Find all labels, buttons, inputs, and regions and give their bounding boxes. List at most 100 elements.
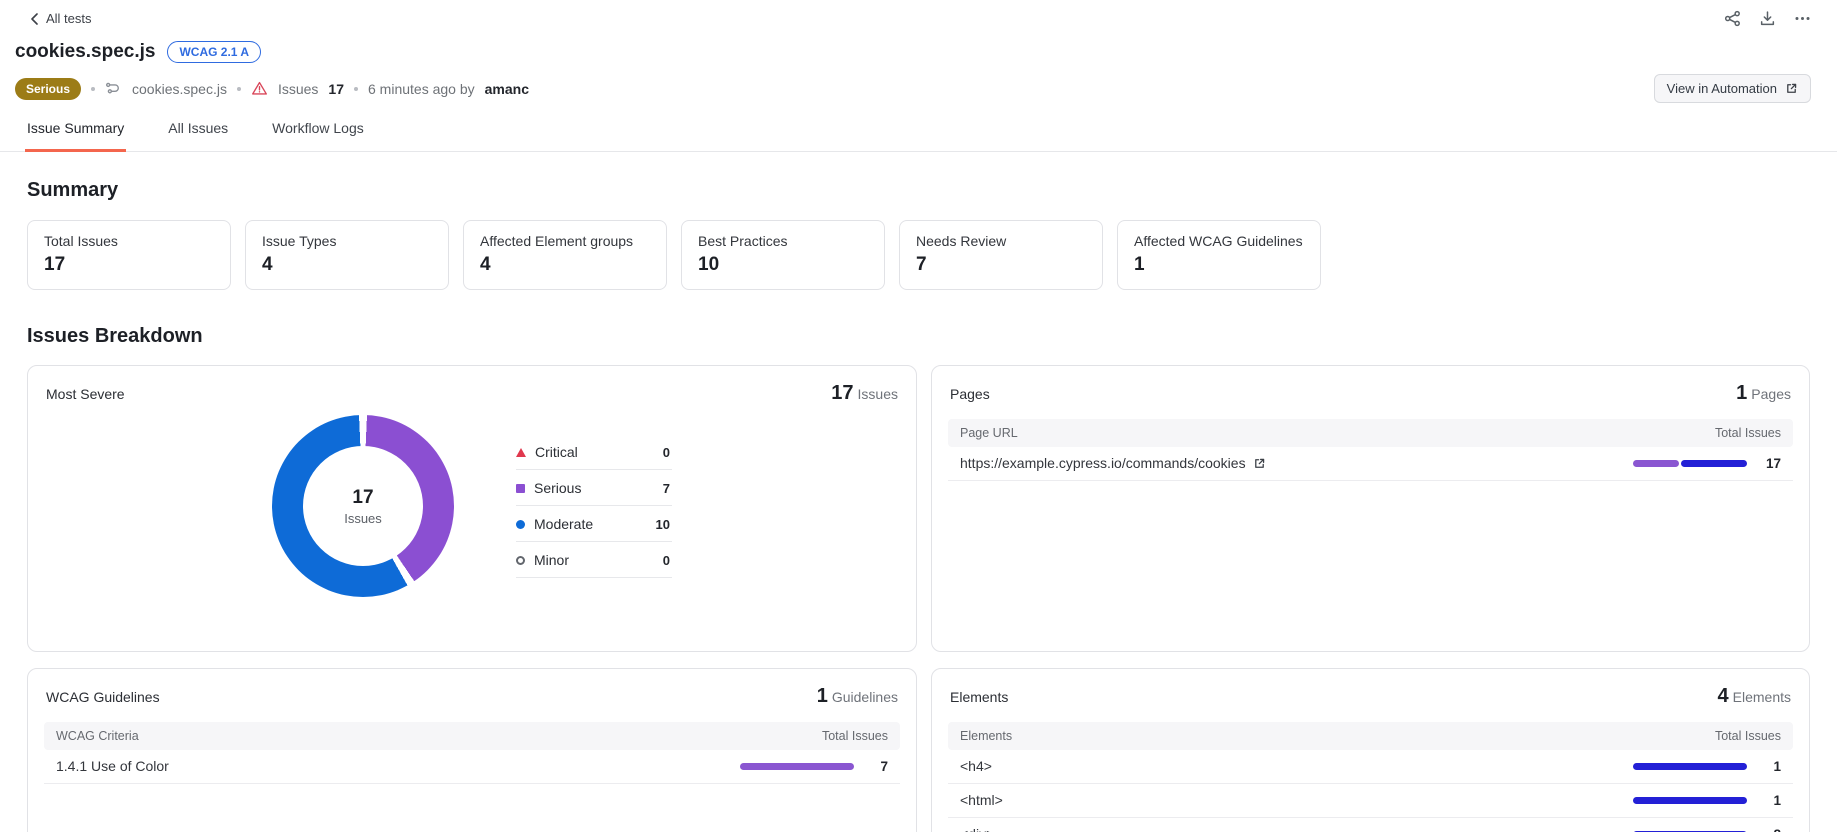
page-row: https://example.cypress.io/commands/cook… xyxy=(948,447,1793,481)
most-severe-header: Most Severe 17 Issues xyxy=(28,366,916,413)
stat-value: 10 xyxy=(698,254,720,275)
view-in-automation-button[interactable]: View in Automation xyxy=(1653,74,1811,103)
spec-name: cookies.spec.js xyxy=(132,80,227,97)
element-row-stats: 1 xyxy=(1633,793,1781,808)
run-meta: Serious cookies.spec.js Issues 17 6 minu… xyxy=(15,77,529,100)
donut-center-label: 17 Issues xyxy=(303,446,423,566)
column-total-issues: Total Issues xyxy=(821,729,888,743)
legend-label: Critical xyxy=(535,444,578,460)
minor-marker-icon xyxy=(516,555,525,565)
element-name: <div> xyxy=(960,826,994,832)
issues-bar xyxy=(1633,796,1747,804)
issues-bar xyxy=(1633,459,1747,467)
legend-label: Minor xyxy=(534,552,570,568)
breakdown-row-2: WCAG Guidelines 1 Guidelines WCAG Criteri… xyxy=(27,668,1810,832)
legend-item-moderate: Moderate 10 xyxy=(516,506,672,542)
stat-label: Issue Types xyxy=(262,233,337,249)
panel-count-value: 1 xyxy=(1736,382,1748,404)
wcag-standard-badge: WCAG 2.1 A xyxy=(167,41,262,63)
issues-bar xyxy=(740,762,854,770)
element-row-stats: 1 xyxy=(1633,759,1781,774)
moderate-marker-icon xyxy=(516,519,525,529)
severity-donut-chart: 17 Issues xyxy=(272,415,454,597)
guideline-row-stats: 7 xyxy=(740,759,888,774)
serious-marker-icon xyxy=(516,483,525,493)
panel-count: 1 Guidelines xyxy=(817,685,898,708)
element-name: <h4> xyxy=(960,758,992,774)
top-bar: All tests xyxy=(0,0,1837,27)
external-link-icon xyxy=(1787,83,1797,93)
dot-separator xyxy=(236,86,241,91)
panel-title: Most Severe xyxy=(46,386,125,402)
tab-bar: Issue Summary All Issues Workflow Logs xyxy=(0,120,1837,152)
panel-count-unit: Guidelines xyxy=(831,689,898,705)
wcag-guidelines-panel: WCAG Guidelines 1 Guidelines WCAG Criteri… xyxy=(27,668,917,832)
issues-label: Issues xyxy=(277,80,319,97)
run-time: 6 minutes ago by xyxy=(368,80,475,97)
legend-label: Serious xyxy=(534,480,582,496)
panel-count: 4 Elements xyxy=(1718,685,1791,708)
legend-value: 10 xyxy=(655,516,670,532)
elements-table: Elements Total Issues <h4> 1 <html> 1 xyxy=(948,722,1793,832)
stat-label: Best Practices xyxy=(698,233,788,249)
row-total: 17 xyxy=(1765,455,1781,471)
download-icon[interactable] xyxy=(1759,10,1776,27)
panel-title: WCAG Guidelines xyxy=(46,689,160,705)
severity-badge: Serious xyxy=(15,77,82,100)
legend-item-minor: Minor 0 xyxy=(516,542,672,578)
share-icon[interactable] xyxy=(1724,10,1741,27)
page-url-link[interactable]: https://example.cypress.io/commands/cook… xyxy=(960,455,1266,471)
back-link-label: All tests xyxy=(46,11,92,26)
stat-label: Affected WCAG Guidelines xyxy=(1134,233,1303,249)
back-to-all-tests-link[interactable]: All tests xyxy=(30,11,92,26)
chevron-left-icon xyxy=(31,12,38,25)
guidelines-table: WCAG Criteria Total Issues 1.4.1 Use of … xyxy=(44,722,900,784)
pages-table-header: Page URL Total Issues xyxy=(948,419,1793,447)
column-wcag-criteria: WCAG Criteria xyxy=(56,729,139,743)
panel-count-value: 1 xyxy=(816,685,828,707)
panel-count: 17 Issues xyxy=(831,382,898,405)
summary-heading: Summary xyxy=(27,179,119,201)
stat-card-issue-types: Issue Types 4 xyxy=(245,220,449,290)
row-total: 8 xyxy=(1759,827,1781,832)
dot-separator xyxy=(91,86,96,91)
row-total: 1 xyxy=(1773,792,1781,808)
elements-table-header: Elements Total Issues xyxy=(948,722,1793,750)
element-row: <html> 1 xyxy=(948,784,1793,818)
main-content: Summary Total Issues 17 Issue Types 4 Af… xyxy=(0,179,1837,832)
panel-count-unit: Elements xyxy=(1732,689,1791,705)
legend-value: 0 xyxy=(662,552,670,568)
legend-label: Moderate xyxy=(534,516,594,532)
stat-card-affected-element-groups: Affected Element groups 4 xyxy=(463,220,667,290)
legend-value: 0 xyxy=(662,444,670,460)
stat-card-affected-wcag-guidelines: Affected WCAG Guidelines 1 xyxy=(1117,220,1321,290)
elements-header: Elements 4 Elements xyxy=(932,669,1809,716)
stat-value: 4 xyxy=(480,254,491,275)
summary-cards: Total Issues 17 Issue Types 4 Affected E… xyxy=(27,220,1810,290)
critical-marker-icon xyxy=(516,447,526,457)
tab-issue-summary[interactable]: Issue Summary xyxy=(25,120,127,152)
column-total-issues: Total Issues xyxy=(1714,426,1781,440)
pages-panel: Pages 1 Pages Page URL Total Issues https… xyxy=(931,365,1810,652)
tab-workflow-logs[interactable]: Workflow Logs xyxy=(270,120,366,151)
column-page-url: Page URL xyxy=(960,426,1018,440)
stat-label: Affected Element groups xyxy=(480,233,634,249)
column-total-issues: Total Issues xyxy=(1714,729,1781,743)
panel-title: Pages xyxy=(950,386,990,402)
stat-value: 1 xyxy=(1134,254,1145,275)
page-url-text: https://example.cypress.io/commands/cook… xyxy=(960,455,1246,471)
stat-card-total-issues: Total Issues 17 xyxy=(27,220,231,290)
more-options-icon[interactable] xyxy=(1794,10,1811,27)
panel-title: Elements xyxy=(950,689,1009,705)
panel-count-unit: Issues xyxy=(857,386,898,402)
element-row: <h4> 1 xyxy=(948,750,1793,784)
row-total: 1 xyxy=(1773,758,1781,774)
stat-label: Needs Review xyxy=(916,233,1007,249)
tab-all-issues[interactable]: All Issues xyxy=(166,120,230,151)
stat-value: 7 xyxy=(916,254,927,275)
top-actions xyxy=(1724,10,1811,27)
element-row: <div> 8 xyxy=(948,818,1793,832)
pages-header: Pages 1 Pages xyxy=(932,366,1809,413)
elements-panel: Elements 4 Elements Elements Total Issues… xyxy=(931,668,1810,832)
severity-legend: Critical 0 Serious 7 Moderate 10 Minor 0 xyxy=(516,434,672,578)
